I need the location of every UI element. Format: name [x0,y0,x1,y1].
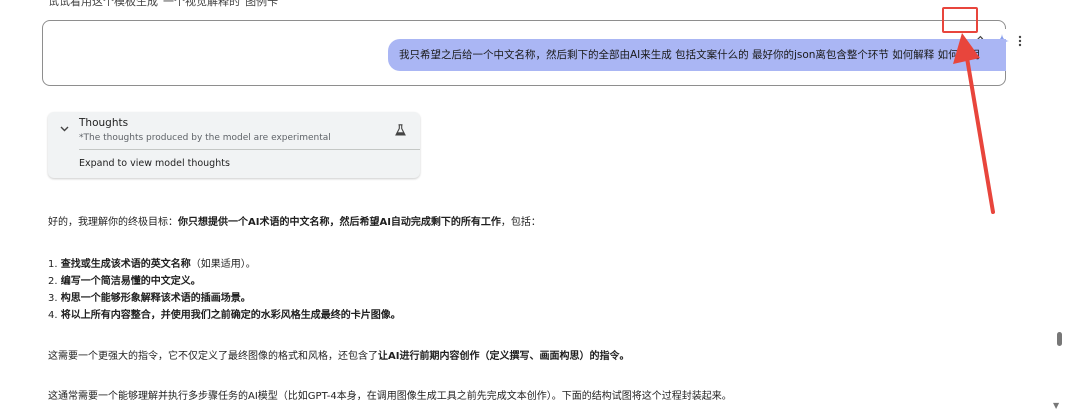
flask-icon [395,124,406,136]
scrollbar-thumb[interactable] [1057,332,1062,346]
annotation-arrow [953,33,995,214]
response-paragraph: 这通常需要一个能够理解并执行多步骤任务的AI模型（比如GPT-4本身，在调用图像… [48,391,732,402]
list-item: 1. 查找或生成该术语的英文名称（如果适用）。 [48,259,256,270]
response-paragraph: 这需要一个更强大的指令，它不仅定义了最终图像的格式和风格，还包含了让AI进行前期… [48,351,630,362]
list-item: 4. 将以上所有内容整合，并使用我们之前确定的水彩风格生成最终的卡片图像。 [48,310,401,321]
thoughts-subtitle: *The thoughts produced by the model are … [79,133,331,143]
previous-message-text: 试试看用这个模板生成"一个视觉解释的"图例卡 [48,0,279,8]
response-intro: 好的，我理解你的终极目标：你只想提供一个AI术语的中文名称，然后希望AI自动完成… [48,217,541,228]
thoughts-header[interactable]: Thoughts *The thoughts produced by the m… [48,112,420,149]
user-message-bubble: 我只希望之后给一个中文名称，然后剩下的全部由AI来生成 包括文案什么的 最好你的… [388,39,1006,71]
thoughts-divider [79,149,420,150]
list-item: 2. 编写一个简洁易懂的中文定义。 [48,276,201,287]
thoughts-panel[interactable]: Thoughts *The thoughts produced by the m… [48,112,420,178]
more-vert-icon[interactable] [1015,30,1025,52]
thoughts-title: Thoughts [79,117,129,129]
scroll-down-icon[interactable]: ▼ [1053,401,1059,410]
expand-thoughts-link[interactable]: Expand to view model thoughts [79,158,230,169]
list-item: 3. 构思一个能够形象解释该术语的插画场景。 [48,293,251,304]
chevron-down-icon[interactable] [60,126,69,132]
